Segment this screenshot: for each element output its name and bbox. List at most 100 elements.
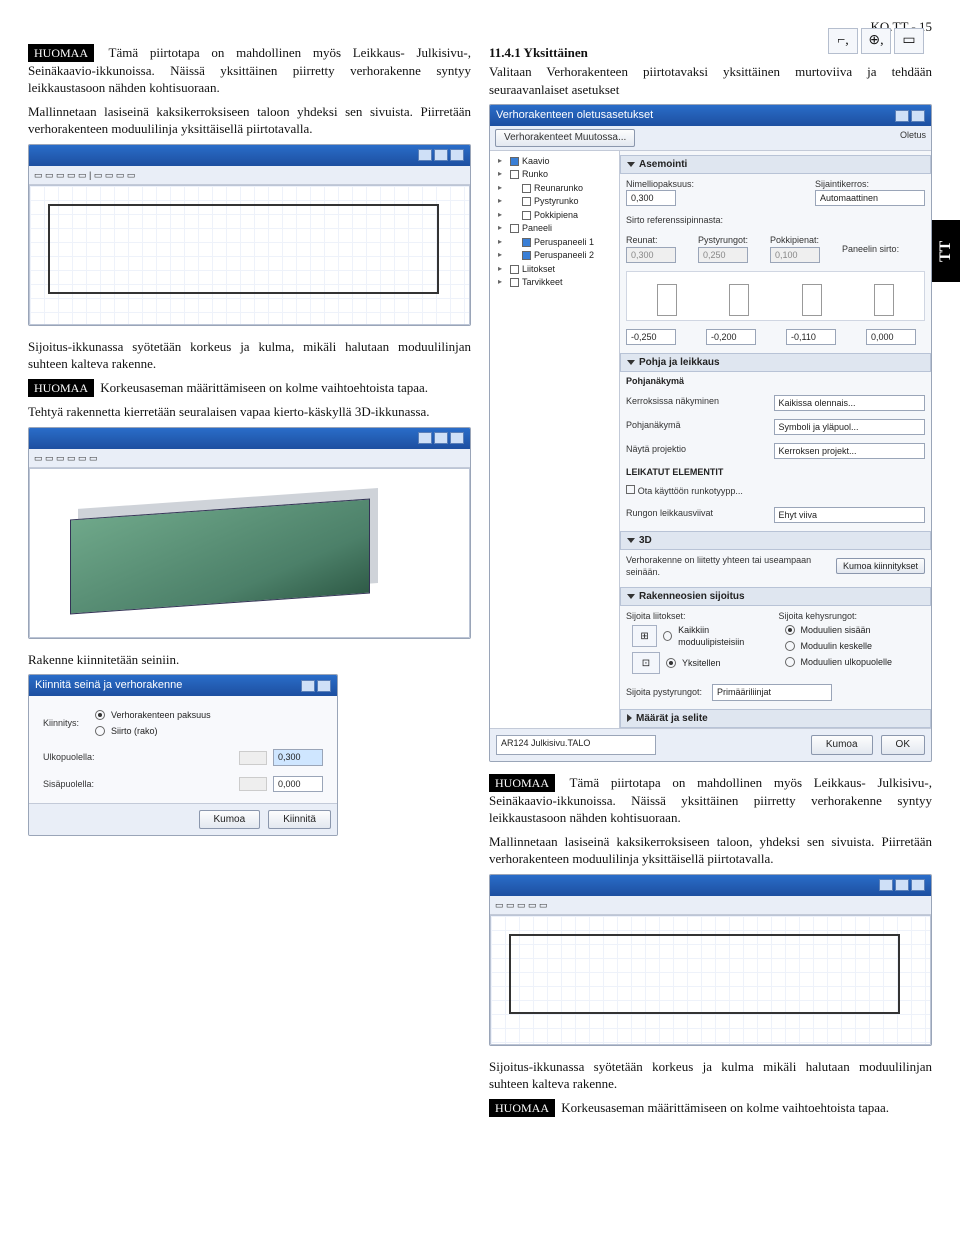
close-button[interactable] (911, 110, 925, 122)
lbl-r-mod-kes: Moduulin keskelle (801, 640, 873, 652)
max-button[interactable] (895, 879, 909, 891)
min-button[interactable] (418, 432, 432, 444)
fix-title: Kiinnitä seinä ja verhorakenne (35, 678, 182, 693)
para-l1: HUOMAA Tämä piirtotapa on mahdollinen my… (28, 44, 471, 97)
fix-opt1-row[interactable]: Verhorakenteen paksuus (89, 707, 323, 723)
lbl-ota: Ota käyttöön runkotyypp... (638, 486, 743, 496)
help-button[interactable] (895, 110, 909, 122)
sec-pohja[interactable]: Pohja ja leikkaus (620, 353, 931, 373)
tree-liitokset[interactable]: Liitokset (496, 263, 613, 277)
close-button[interactable] (450, 149, 464, 161)
sec-3d[interactable]: 3D (620, 531, 931, 551)
lbl-r-yks: Yksitellen (682, 657, 721, 669)
fix-confirm-button[interactable]: Kiinnitä (268, 810, 331, 830)
field-ehyt[interactable]: Ehyt viiva (774, 507, 926, 523)
layer-field[interactable]: AR124 Julkisivu.TALO (496, 735, 656, 755)
tree-tarvikkeet[interactable]: Tarvikkeet (496, 276, 613, 290)
fix-sisa-row: Sisäpuolella: 0,000 (35, 771, 331, 797)
left-column: HUOMAA Tämä piirtotapa on mahdollinen my… (28, 44, 471, 1124)
radio-mod-kes[interactable] (785, 641, 795, 651)
sec-maarat[interactable]: Määrät ja selite (620, 709, 931, 729)
fix-sisa-val[interactable]: 0,000 (273, 776, 323, 792)
fix-cancel-button[interactable]: Kumoa (199, 810, 261, 830)
close-button[interactable] (450, 432, 464, 444)
field-kerroksen[interactable]: Kerroksen projekt... (774, 443, 926, 459)
set-ok-button[interactable]: OK (881, 735, 925, 755)
sec-asemointi[interactable]: Asemointi (620, 155, 931, 175)
set-titlebar: Verhorakenteen oletusasetukset (490, 105, 931, 126)
window-buttons (418, 149, 464, 161)
lbl-pansirto: Paneelin sirto: (842, 243, 899, 255)
side-tab: TT (932, 220, 960, 282)
screenshot-3d: ▭ ▭ ▭ ▭ ▭ ▭ (28, 427, 471, 639)
tool-polyline-icon[interactable]: ⌐, (828, 28, 858, 54)
set-rightnote: Oletus (900, 129, 926, 147)
help-button[interactable] (301, 680, 315, 692)
bottom-val-3[interactable]: -0,110 (786, 329, 836, 345)
tree-pokkipiena[interactable]: Pokkipiena (496, 209, 613, 223)
lbl-sij-keh: Sijoita kehysrungot: (779, 610, 926, 622)
chevron-down-icon (627, 360, 635, 365)
radio-kaik[interactable] (663, 631, 672, 641)
plan2-toolbar: ▭ ▭ ▭ ▭ ▭ (490, 896, 931, 915)
para-r3b: HUOMAA Korkeusaseman määrittämiseen on k… (489, 1099, 932, 1117)
para-r3a: Sijoitus-ikkunassa syötetään korkeus ja … (489, 1058, 932, 1093)
btn-kumoa-kiinn[interactable]: Kumoa kiinnitykset (836, 558, 925, 574)
tree-paneeli[interactable]: Paneeli (496, 222, 613, 236)
field-sk[interactable]: Automaattinen (815, 190, 925, 206)
window-buttons-2 (418, 432, 464, 444)
tree-runko[interactable]: Runko (496, 168, 613, 182)
render-canvas[interactable] (29, 468, 470, 638)
tool-palette: ⌐, ⊕, ▭ (828, 28, 924, 54)
fix-opt1-lbl: Verhorakenteen paksuus (111, 709, 211, 721)
field-sp[interactable]: Primääriliinjat (712, 684, 832, 700)
fix-opt2-row[interactable]: Siirto (rako) (89, 723, 323, 739)
close-button[interactable] (911, 879, 925, 891)
para-l2b-text: Korkeusaseman määrittämiseen on kolme va… (97, 380, 428, 395)
tool-arc-icon[interactable]: ⊕, (861, 28, 891, 54)
tree-peruspaneeli2[interactable]: Peruspaneeli 2 (496, 249, 613, 263)
fix-body: Kiinnitys: Verhorakenteen paksuus Siirto… (29, 696, 337, 803)
radio-yks[interactable] (666, 658, 676, 668)
radio-mod-sis[interactable] (785, 625, 795, 635)
field-symboli[interactable]: Symboli ja yläpuol... (774, 419, 926, 435)
set-subtitle[interactable]: Verhorakenteet Muutossa... (495, 129, 635, 147)
para-r3b-text: Korkeusaseman määrittämiseen on kolme va… (558, 1100, 889, 1115)
sec-rakenne-sij[interactable]: Rakenneosien sijoitus (620, 587, 931, 607)
max-button[interactable] (434, 149, 448, 161)
set-winbtns (895, 110, 925, 122)
min-button[interactable] (418, 149, 432, 161)
field-np[interactable]: 0,300 (626, 190, 676, 206)
settings-tree[interactable]: Kaavio Runko Reunarunko Pystyrunko Pokki… (490, 151, 620, 729)
render-title (35, 431, 38, 446)
para-r2: HUOMAA Tämä piirtotapa on mahdollinen my… (489, 774, 932, 827)
min-button[interactable] (879, 879, 893, 891)
plan-canvas[interactable] (29, 185, 470, 325)
tree-pystyrunko[interactable]: Pystyrunko (496, 195, 613, 209)
fix-ulko-row: Ulkopuolella: 0,300 (35, 744, 331, 770)
screenshot-plan-small: ▭ ▭ ▭ ▭ ▭ (489, 874, 932, 1046)
close-button[interactable] (317, 680, 331, 692)
set-buttonrow: AR124 Julkisivu.TALO Kumoa OK (490, 728, 931, 761)
field-reunat: 0,300 (626, 247, 676, 263)
plan2-canvas[interactable] (490, 915, 931, 1045)
bottom-val-1[interactable]: -0,250 (626, 329, 676, 345)
max-button[interactable] (434, 432, 448, 444)
bottom-val-4[interactable]: 0,000 (866, 329, 916, 345)
fix-ulko-val[interactable]: 0,300 (273, 749, 323, 765)
fix-kiinnitys-row: Kiinnitys: Verhorakenteen paksuus Siirto… (35, 702, 331, 744)
field-kaikissa[interactable]: Kaikissa olennais... (774, 395, 926, 411)
tree-kaavio[interactable]: Kaavio (496, 155, 613, 169)
fix-kiinnitys-lbl: Kiinnitys: (43, 717, 79, 729)
tool-rect-icon[interactable]: ▭ (894, 28, 924, 54)
tree-reunarunko[interactable]: Reunarunko (496, 182, 613, 196)
tree-peruspaneeli1[interactable]: Peruspaneeli 1 (496, 236, 613, 250)
para-l2c: Tehtyä rakennetta kierretään seuralaisen… (28, 403, 471, 421)
bottom-val-2[interactable]: -0,200 (706, 329, 756, 345)
radio-thickness[interactable] (95, 710, 105, 720)
lbl-nayta: Näytä projektio (626, 443, 768, 459)
set-cancel-button[interactable]: Kumoa (811, 735, 873, 755)
radio-mod-ulk[interactable] (785, 657, 795, 667)
radio-gap[interactable] (95, 726, 105, 736)
fix-winbtns (301, 680, 331, 692)
